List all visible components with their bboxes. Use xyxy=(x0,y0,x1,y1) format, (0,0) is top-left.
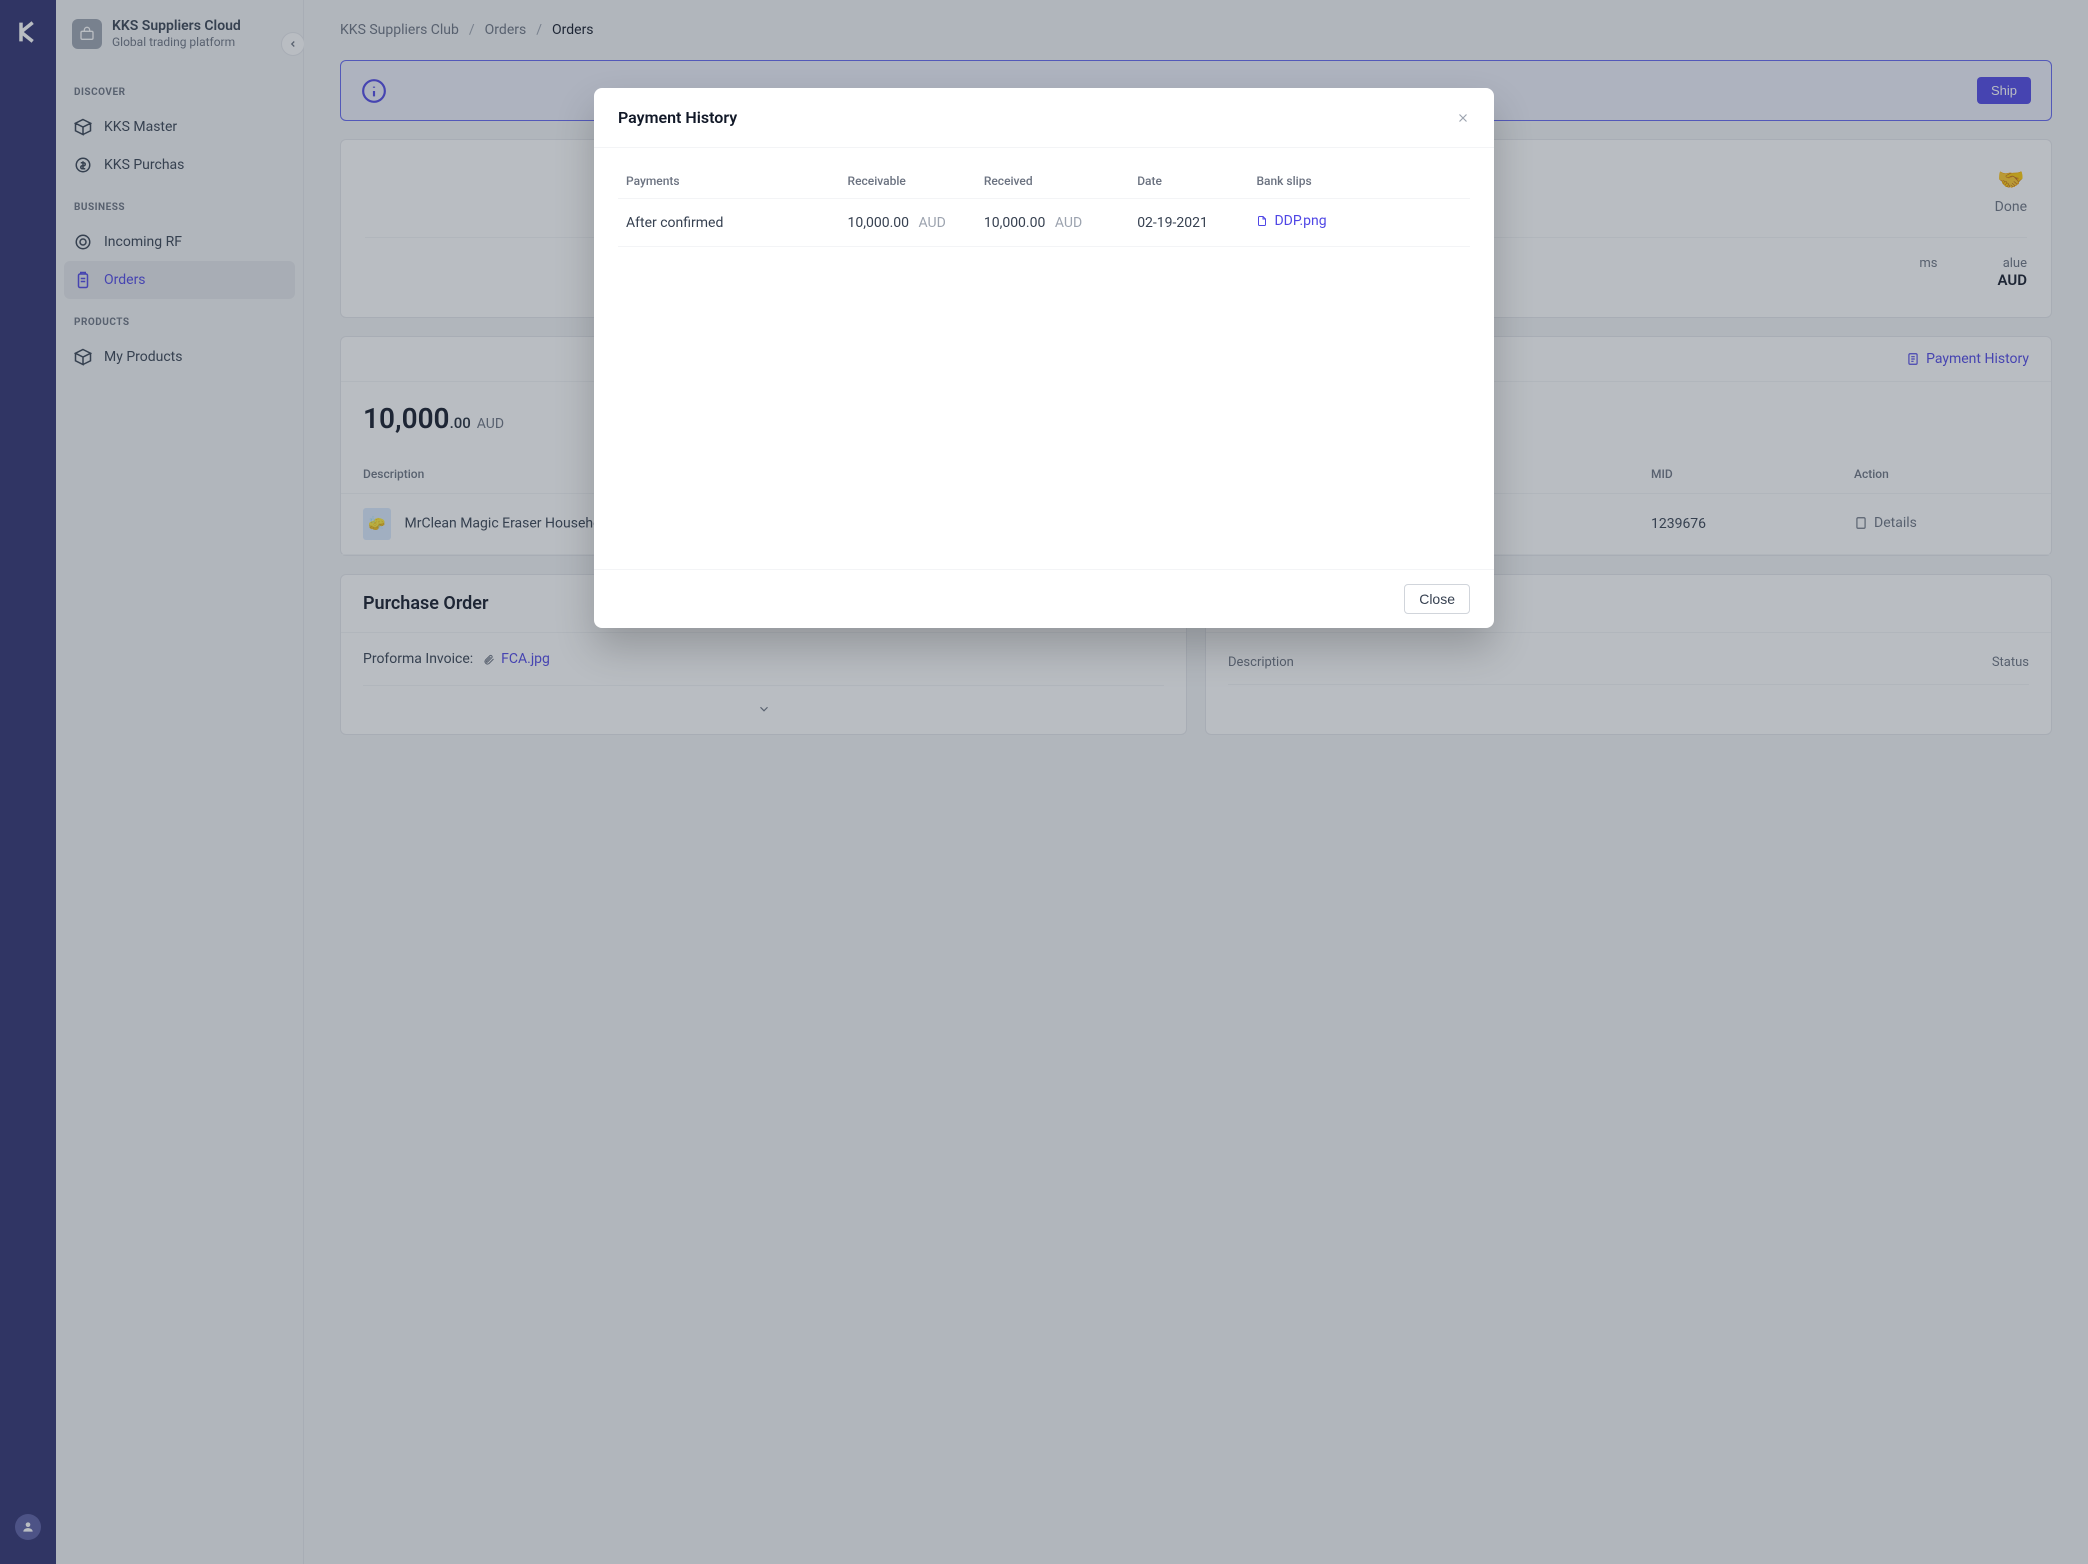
close-icon xyxy=(1456,111,1470,125)
receivable-currency: AUD xyxy=(919,215,946,231)
th-bank-slips: Bank slips xyxy=(1248,164,1470,199)
file-icon xyxy=(1256,214,1268,228)
payment-history-table: Payments Receivable Received Date Bank s… xyxy=(618,164,1470,247)
received-amount: 10,000.00 xyxy=(984,215,1046,231)
modal-title: Payment History xyxy=(618,108,737,127)
close-button[interactable]: Close xyxy=(1404,584,1470,614)
modal-close-button[interactable] xyxy=(1456,111,1470,125)
th-payments: Payments xyxy=(618,164,840,199)
payment-name: After confirmed xyxy=(618,199,840,247)
bank-slip-name: DDP.png xyxy=(1274,213,1326,229)
modal-overlay[interactable]: Payment History Payments Receivable Rece… xyxy=(0,0,2088,1564)
payment-history-modal: Payment History Payments Receivable Rece… xyxy=(594,88,1494,628)
th-received: Received xyxy=(976,164,1129,199)
table-row: After confirmed 10,000.00 AUD 10,000.00 … xyxy=(618,199,1470,247)
bank-slip-link[interactable]: DDP.png xyxy=(1256,213,1326,229)
receivable-amount: 10,000.00 xyxy=(848,215,910,231)
received-currency: AUD xyxy=(1055,215,1082,231)
th-date: Date xyxy=(1129,164,1248,199)
payment-date: 02-19-2021 xyxy=(1129,199,1248,247)
th-receivable: Receivable xyxy=(840,164,976,199)
